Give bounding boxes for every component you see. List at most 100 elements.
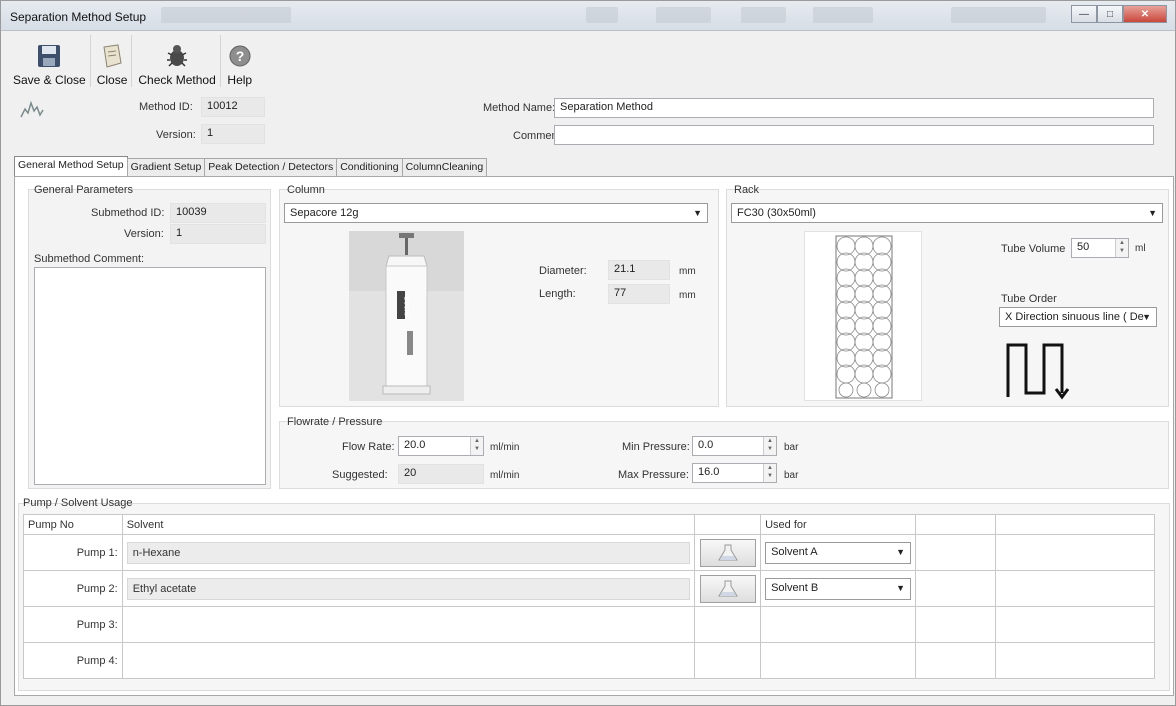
tab-conditioning[interactable]: Conditioning: [336, 158, 403, 176]
max-pressure-spinner[interactable]: 16.0 ▲ ▼: [692, 463, 777, 483]
window-controls: — □ ✕: [1071, 5, 1167, 23]
check-method-label: Check Method: [138, 73, 216, 87]
close-label: Close: [96, 73, 128, 87]
rack-select[interactable]: FC30 (30x50ml) ▼: [731, 203, 1163, 223]
spinner-arrows-icon[interactable]: ▲ ▼: [470, 437, 483, 455]
tube-volume-spinner[interactable]: 50 ▲ ▼: [1071, 238, 1129, 258]
diameter-field: 21.1: [608, 260, 670, 280]
tube-volume-unit: ml: [1135, 243, 1146, 254]
close-icon[interactable]: ✕: [1123, 5, 1167, 23]
empty-cell: [994, 642, 1156, 679]
length-label: Length:: [539, 288, 576, 300]
pump-solvent-title: Pump / Solvent Usage: [23, 497, 133, 509]
flowrate-pressure-title: Flowrate / Pressure: [287, 416, 383, 428]
diameter-unit: mm: [679, 266, 696, 277]
column-select[interactable]: Sepacore 12g ▼: [284, 203, 708, 223]
sinuous-order-icon: [1004, 339, 1070, 401]
used-for-select[interactable]: Solvent A ▼: [765, 541, 912, 564]
column-brand-text: BUCHI: [402, 296, 409, 316]
blurred-area: [741, 7, 786, 23]
length-field: 77: [608, 284, 670, 304]
empty-cell: [915, 534, 996, 571]
tab-gradient-setup[interactable]: Gradient Setup: [126, 158, 206, 176]
method-id-label: Method ID:: [139, 101, 193, 113]
toolbar: Save & Close Close Check Method ? Help: [9, 35, 257, 90]
blurred-area: [161, 7, 291, 23]
max-pressure-unit: bar: [784, 470, 799, 481]
spinner-arrows-icon[interactable]: ▲ ▼: [1115, 239, 1128, 257]
used-for-select[interactable]: Solvent B ▼: [765, 577, 912, 600]
tube-volume-value: 50: [1077, 241, 1090, 253]
flask-button[interactable]: [699, 538, 756, 567]
min-pressure-spinner[interactable]: 0.0 ▲ ▼: [692, 436, 777, 456]
table-row: Pump 4:: [23, 642, 1156, 679]
solvent-input[interactable]: Ethyl acetate: [126, 577, 691, 600]
chevron-down-icon: ▼: [1148, 208, 1157, 218]
submethod-comment-input[interactable]: [34, 267, 266, 485]
col-header-empty: [694, 514, 762, 535]
suggested-field: 20: [398, 464, 484, 484]
blurred-area: [813, 7, 873, 23]
empty-cell: [915, 642, 996, 679]
min-pressure-value: 0.0: [698, 439, 714, 451]
table-row: Pump 1: n-Hexane Solvent A ▼: [23, 534, 1156, 571]
table-row: Pump 2: Ethyl acetate Solvent B ▼: [23, 570, 1156, 607]
solvent-cell: n-Hexane: [121, 534, 696, 571]
bug-icon: [164, 43, 190, 69]
col-header-used-for: Used for: [760, 514, 917, 535]
help-icon: ?: [227, 43, 253, 69]
tube-volume-label: Tube Volume: [1001, 243, 1066, 255]
solvent-cell[interactable]: [121, 606, 696, 643]
empty-cell: [915, 570, 996, 607]
spinner-arrows-icon[interactable]: ▲ ▼: [763, 464, 776, 482]
used-for-value: Solvent A: [771, 545, 818, 558]
svg-text:?: ?: [235, 48, 244, 64]
spinner-arrows-icon[interactable]: ▲ ▼: [763, 437, 776, 455]
length-unit: mm: [679, 290, 696, 301]
save-close-label: Save & Close: [13, 73, 86, 87]
help-button[interactable]: ? Help: [223, 35, 257, 87]
flow-rate-spinner[interactable]: 20.0 ▲ ▼: [398, 436, 484, 456]
solvent-cell[interactable]: [121, 642, 696, 679]
minimize-icon[interactable]: —: [1071, 5, 1097, 23]
table-row: Pump 3:: [23, 606, 1156, 643]
tube-order-value: X Direction sinuous line ( De: [1005, 311, 1144, 323]
tab-general-method-setup[interactable]: General Method Setup: [14, 156, 128, 176]
flow-rate-value: 20.0: [404, 439, 426, 451]
check-method-button[interactable]: Check Method: [134, 35, 221, 87]
solvent-picker-cell: [694, 534, 762, 571]
method-name-label: Method Name:: [483, 102, 556, 114]
method-name-input[interactable]: Separation Method: [554, 98, 1154, 118]
chevron-down-icon: ▼: [896, 546, 906, 557]
solvent-picker-cell: [694, 570, 762, 607]
empty-cell: [915, 606, 996, 643]
rack-title: Rack: [734, 184, 760, 196]
chevron-down-icon: ▼: [896, 582, 906, 593]
submethod-version-field: 1: [170, 224, 266, 244]
title-bar: Separation Method Setup — □ ✕: [1, 1, 1175, 31]
flask-button[interactable]: [699, 574, 756, 603]
tab-strip: General Method Setup Gradient Setup Peak…: [14, 156, 488, 176]
save-close-button[interactable]: Save & Close: [9, 35, 91, 87]
document-close-icon: [99, 43, 125, 69]
col-header-solvent: Solvent: [121, 514, 696, 535]
tab-peak-detection[interactable]: Peak Detection / Detectors: [204, 158, 338, 176]
maximize-icon[interactable]: □: [1097, 5, 1123, 23]
comment-input[interactable]: [554, 125, 1154, 145]
close-button[interactable]: Close: [93, 35, 133, 87]
max-pressure-value: 16.0: [698, 466, 720, 478]
chevron-down-icon: ▼: [1142, 312, 1151, 322]
flow-rate-label: Flow Rate:: [342, 441, 395, 453]
method-id-field: 10012: [201, 97, 265, 117]
tab-column-cleaning[interactable]: ColumnCleaning: [401, 158, 488, 176]
rack-diagram: [804, 231, 922, 401]
used-for-cell: [760, 642, 917, 679]
solvent-input[interactable]: n-Hexane: [126, 541, 691, 564]
blurred-area: [951, 7, 1046, 23]
column-select-value: Sepacore 12g: [290, 207, 359, 219]
column-image: BUCHI: [349, 231, 464, 401]
submethod-id-label: Submethod ID:: [91, 207, 165, 219]
window: Separation Method Setup — □ ✕ Save & Clo…: [0, 0, 1176, 706]
used-for-cell: [760, 606, 917, 643]
tube-order-select[interactable]: X Direction sinuous line ( De ▼: [999, 307, 1157, 327]
